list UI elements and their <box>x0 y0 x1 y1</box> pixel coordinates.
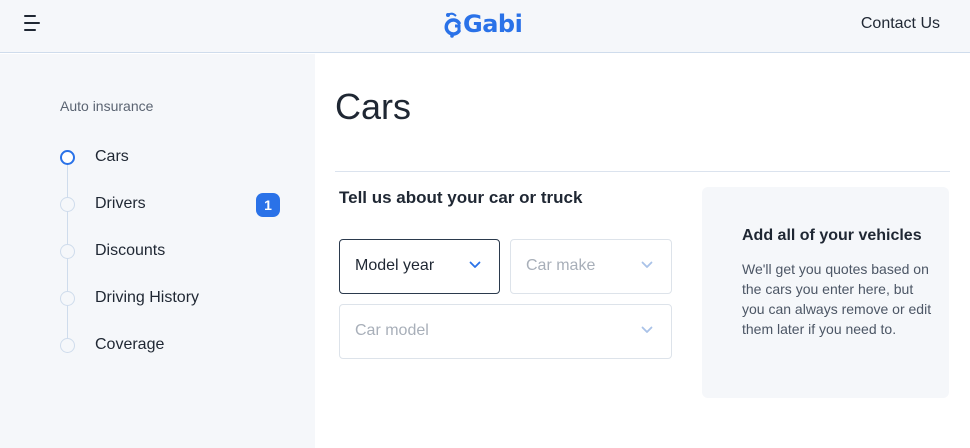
chevron-down-icon <box>641 326 653 333</box>
contact-us-link[interactable]: Contact Us <box>861 15 940 33</box>
top-navigation-bar: Gabi Contact Us <box>0 0 970 53</box>
page-title: Cars <box>335 86 412 127</box>
sidebar-step-coverage[interactable]: Coverage <box>60 332 280 379</box>
step-indicator <box>60 291 75 306</box>
step-list: Cars Drivers 1 Discounts Driving History… <box>60 144 280 379</box>
sidebar: Auto insurance Cars Drivers 1 Discounts … <box>0 54 315 448</box>
model-year-select[interactable]: Model year <box>339 239 500 294</box>
step-label: Cars <box>95 148 129 165</box>
drivers-count-badge: 1 <box>256 193 280 217</box>
info-card-title: Add all of your vehicles <box>742 227 922 244</box>
section-title: Tell us about your car or truck <box>339 188 583 207</box>
menu-icon[interactable] <box>24 14 42 32</box>
step-indicator <box>60 244 75 259</box>
car-model-select[interactable]: Car model <box>339 304 672 359</box>
car-model-placeholder: Car model <box>355 322 429 339</box>
model-year-label: Model year <box>355 257 435 274</box>
step-indicator <box>60 197 75 212</box>
step-label: Coverage <box>95 336 165 353</box>
brand-name: Gabi <box>463 10 523 38</box>
info-card-body: We'll get you quotes based on the cars y… <box>742 261 932 337</box>
gabi-logo[interactable]: Gabi <box>444 8 523 40</box>
step-indicator <box>60 338 75 353</box>
car-make-select[interactable]: Car make <box>510 239 672 294</box>
step-label: Drivers <box>95 195 146 212</box>
divider <box>335 171 950 172</box>
step-label: Discounts <box>95 242 166 259</box>
sidebar-step-drivers[interactable]: Drivers 1 <box>60 191 280 238</box>
sidebar-step-cars[interactable]: Cars <box>60 144 280 191</box>
gabi-logo-icon <box>444 12 461 38</box>
step-indicator-active <box>60 150 75 165</box>
chevron-down-icon <box>641 261 653 268</box>
car-make-placeholder: Car make <box>526 257 596 274</box>
sidebar-title: Auto insurance <box>60 98 154 114</box>
sidebar-step-driving-history[interactable]: Driving History <box>60 285 280 332</box>
step-label: Driving History <box>95 289 200 306</box>
chevron-down-icon <box>469 261 481 268</box>
sidebar-step-discounts[interactable]: Discounts <box>60 238 280 285</box>
info-card: Add all of your vehicles We'll get you q… <box>702 187 949 398</box>
